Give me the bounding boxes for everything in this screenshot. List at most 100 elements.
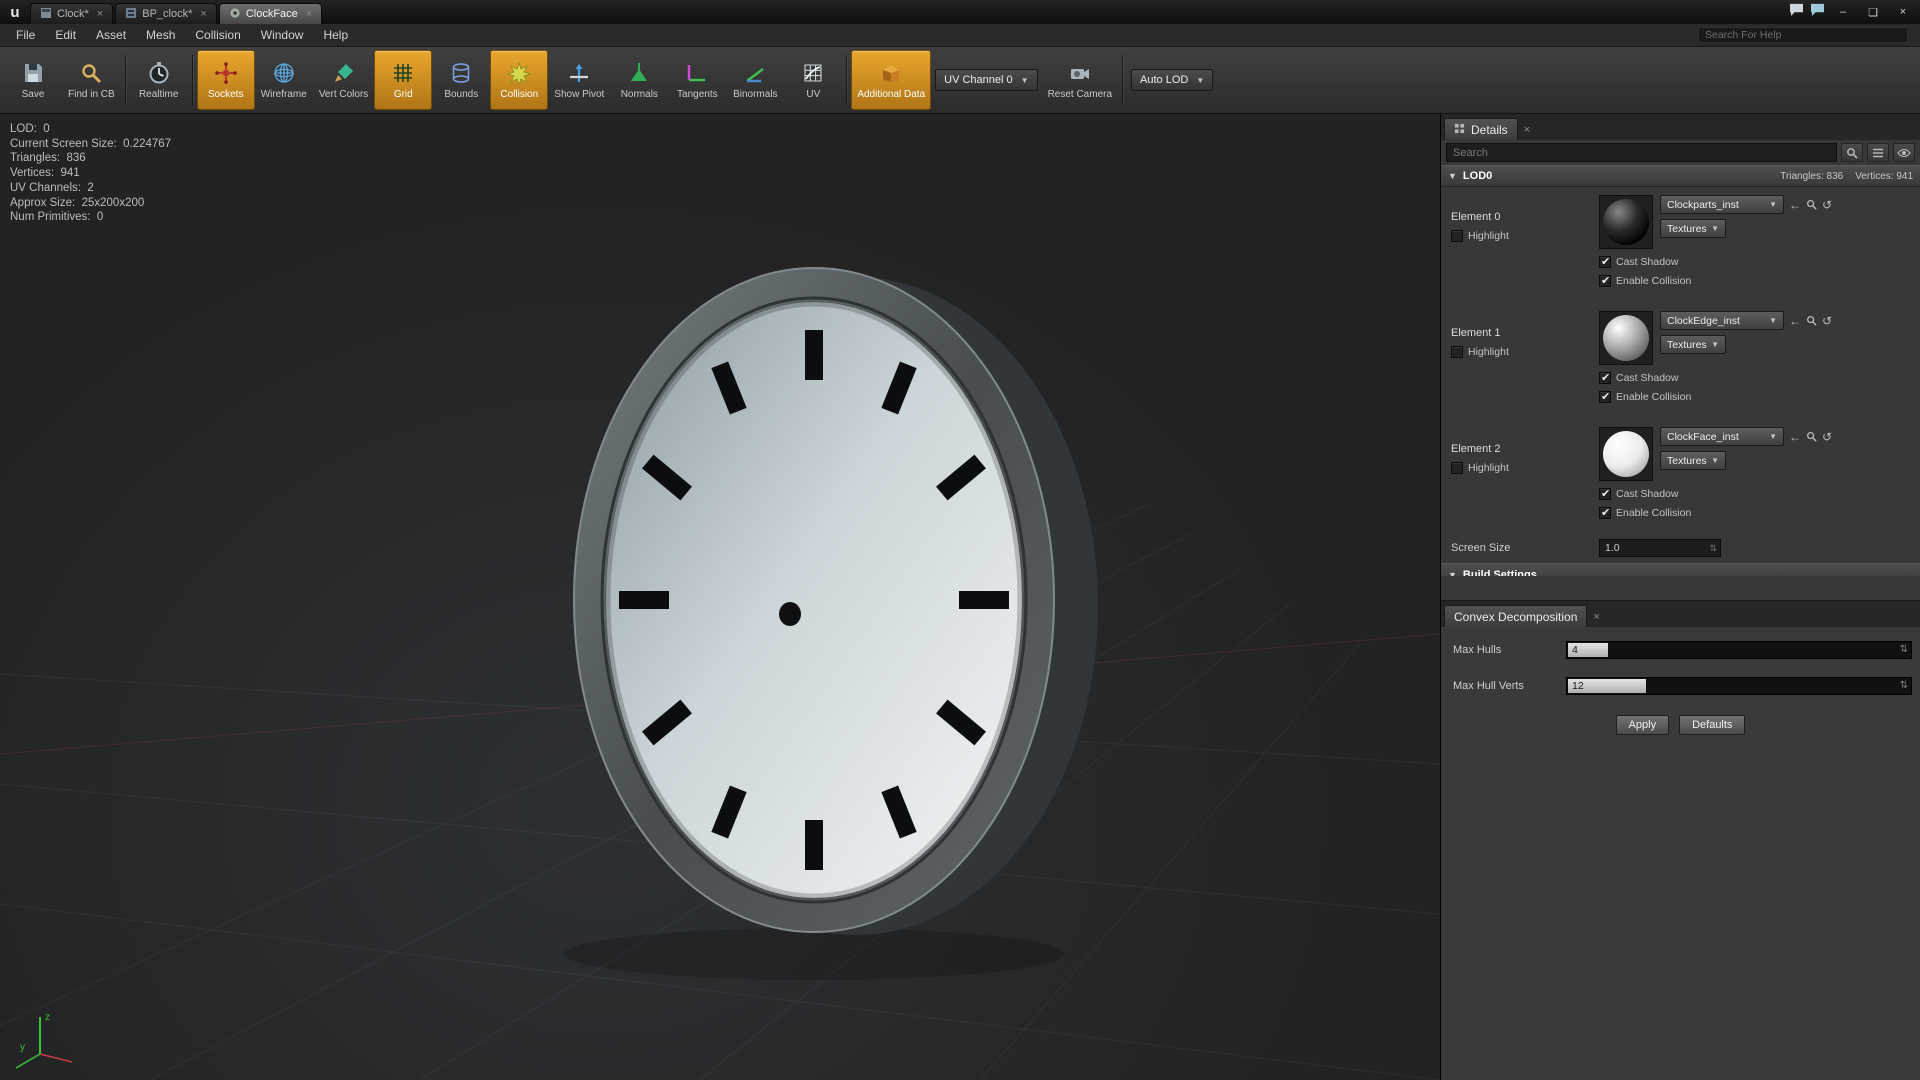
material-dropdown[interactable]: ClockFace_inst ▼	[1660, 427, 1784, 446]
viewport-3d[interactable]: LOD: 0 Current Screen Size: 0.224767 Tri…	[0, 114, 1440, 1080]
cast-shadow-checkbox[interactable]	[1599, 372, 1611, 384]
material-name: Clockparts_inst	[1667, 199, 1739, 211]
spinner-icon[interactable]: ⇅	[1709, 543, 1717, 554]
save-button[interactable]: Save	[4, 50, 62, 110]
collision-label: Collision	[500, 89, 538, 100]
convex-decomposition-panel: Convex Decomposition × Max Hulls 4 ⇅ Max…	[1441, 600, 1920, 1080]
defaults-button[interactable]: Defaults	[1679, 715, 1745, 735]
reset-to-default-icon[interactable]: ↺	[1822, 314, 1832, 328]
cast-shadow-checkbox[interactable]	[1599, 488, 1611, 500]
find-in-cb-button[interactable]: Find in CB	[62, 50, 121, 110]
convex-tab[interactable]: Convex Decomposition	[1444, 605, 1587, 627]
bounds-button[interactable]: Bounds	[432, 50, 490, 110]
enable-collision-checkbox[interactable]	[1599, 507, 1611, 519]
message-icon[interactable]	[1810, 3, 1825, 21]
close-window-icon[interactable]: ×	[1891, 3, 1915, 21]
close-icon[interactable]: ×	[1593, 611, 1599, 623]
use-selected-arrow-icon[interactable]: ←	[1789, 430, 1801, 444]
highlight-checkbox[interactable]	[1451, 346, 1463, 358]
message-icon[interactable]	[1789, 3, 1804, 21]
cast-shadow-checkbox[interactable]	[1599, 256, 1611, 268]
sockets-button[interactable]: Sockets	[197, 50, 255, 110]
enable-collision-checkbox[interactable]	[1599, 391, 1611, 403]
tangents-button[interactable]: Tangents	[668, 50, 726, 110]
spinner-icon[interactable]: ⇅	[1900, 680, 1908, 691]
screen-size-input[interactable]: 1.0 ⇅	[1599, 539, 1721, 557]
menu-file[interactable]: File	[6, 28, 45, 42]
material-dropdown[interactable]: ClockEdge_inst ▼	[1660, 311, 1784, 330]
tab-bp-clock[interactable]: BP_clock* ×	[115, 3, 217, 24]
textures-dropdown[interactable]: Textures ▼	[1660, 219, 1726, 238]
axis-gizmo: z y	[16, 1012, 72, 1068]
details-tab[interactable]: Details	[1444, 118, 1518, 140]
realtime-icon	[147, 60, 171, 86]
reset-to-default-icon[interactable]: ↺	[1822, 430, 1832, 444]
save-icon	[21, 60, 45, 86]
enable-collision-checkbox[interactable]	[1599, 275, 1611, 287]
enable-collision-label: Enable Collision	[1616, 507, 1691, 519]
tab-clockface[interactable]: ClockFace ×	[219, 3, 322, 24]
show-pivot-button[interactable]: Show Pivot	[548, 50, 610, 110]
uv-channel-dropdown[interactable]: UV Channel 0 ▼	[935, 69, 1037, 91]
close-icon[interactable]: ×	[200, 8, 206, 20]
menu-window[interactable]: Window	[251, 28, 314, 42]
material-thumbnail[interactable]	[1599, 195, 1653, 249]
menu-mesh[interactable]: Mesh	[136, 28, 185, 42]
reset-camera-button[interactable]: Reset Camera	[1042, 50, 1118, 110]
menu-asset[interactable]: Asset	[86, 28, 136, 42]
tangents-label: Tangents	[677, 89, 718, 100]
max-hull-verts-spinbox[interactable]: 12 ⇅	[1566, 677, 1912, 695]
use-selected-arrow-icon[interactable]: ←	[1789, 314, 1801, 328]
textures-dropdown[interactable]: Textures ▼	[1660, 451, 1726, 470]
collision-button[interactable]: Collision	[490, 50, 548, 110]
binormals-button[interactable]: Binormals	[726, 50, 784, 110]
normals-button[interactable]: Normals	[610, 50, 668, 110]
highlight-checkbox[interactable]	[1451, 230, 1463, 242]
highlight-checkbox[interactable]	[1451, 462, 1463, 474]
max-hulls-spinbox[interactable]: 4 ⇅	[1566, 641, 1912, 659]
material-dropdown[interactable]: Clockparts_inst ▼	[1660, 195, 1784, 214]
list-view-icon[interactable]	[1867, 143, 1889, 162]
close-icon[interactable]: ×	[1524, 124, 1530, 136]
chevron-down-icon: ▼	[1711, 340, 1719, 349]
menu-edit[interactable]: Edit	[45, 28, 86, 42]
material-thumbnail[interactable]	[1599, 427, 1653, 481]
menu-help[interactable]: Help	[313, 28, 358, 42]
vert-colors-button[interactable]: Vert Colors	[313, 50, 374, 110]
textures-dropdown[interactable]: Textures ▼	[1660, 335, 1726, 354]
find-in-browser-icon[interactable]	[1806, 431, 1817, 442]
apply-button[interactable]: Apply	[1616, 715, 1670, 735]
spinner-icon[interactable]: ⇅	[1900, 644, 1908, 655]
uv-button[interactable]: UV	[784, 50, 842, 110]
wireframe-button[interactable]: Wireframe	[255, 50, 313, 110]
eye-icon[interactable]	[1893, 143, 1915, 162]
close-icon[interactable]: ×	[306, 8, 312, 20]
minimize-icon[interactable]: –	[1831, 3, 1855, 21]
material-thumbnail[interactable]	[1599, 311, 1653, 365]
find-in-browser-icon[interactable]	[1806, 315, 1817, 326]
lod0-section-header[interactable]: ▼ LOD0 Triangles: 836 Vertices: 941	[1441, 165, 1920, 187]
additional-data-icon	[879, 60, 903, 86]
build-settings-header[interactable]: ▼ Build Settings	[1441, 563, 1920, 576]
auto-lod-dropdown[interactable]: Auto LOD ▼	[1131, 69, 1213, 91]
details-search-input[interactable]	[1446, 143, 1837, 162]
reset-to-default-icon[interactable]: ↺	[1822, 198, 1832, 212]
tab-clock[interactable]: Clock* ×	[30, 3, 113, 24]
realtime-button[interactable]: Realtime	[130, 50, 188, 110]
search-icon[interactable]	[1841, 143, 1863, 162]
find-in-cb-label: Find in CB	[68, 89, 115, 100]
grid-button[interactable]: Grid	[374, 50, 432, 110]
details-panel: Details × ▼ LOD0 Triangles: 836 Vertices…	[1441, 114, 1920, 600]
details-body: Element 0 Highlight	[1441, 187, 1920, 600]
menu-collision[interactable]: Collision	[185, 28, 250, 42]
maximize-icon[interactable]: ❑	[1861, 3, 1885, 21]
build-settings-title: Build Settings	[1463, 569, 1537, 577]
additional-data-button[interactable]: Additional Data	[851, 50, 931, 110]
find-in-browser-icon[interactable]	[1806, 199, 1817, 210]
highlight-label: Highlight	[1468, 462, 1509, 474]
help-search-input[interactable]	[1698, 27, 1908, 43]
mesh-shadow	[564, 928, 1064, 980]
menu-bar: File Edit Asset Mesh Collision Window He…	[0, 24, 1920, 47]
close-icon[interactable]: ×	[97, 8, 103, 20]
use-selected-arrow-icon[interactable]: ←	[1789, 198, 1801, 212]
